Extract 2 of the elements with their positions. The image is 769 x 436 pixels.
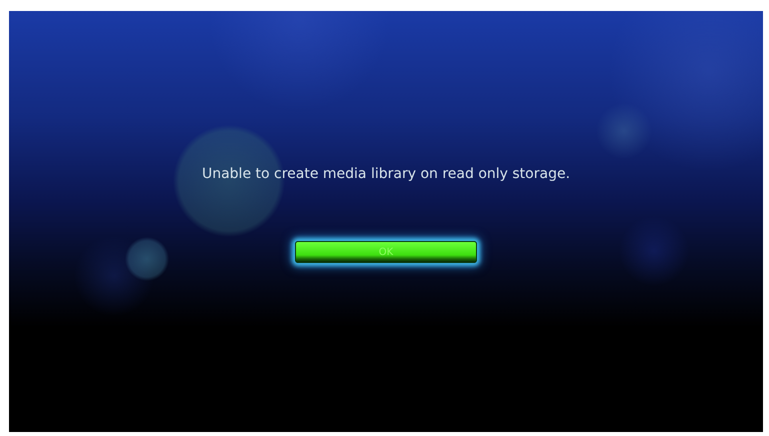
dialog-message: Unable to create media library on read only storage. — [200, 165, 572, 183]
ok-button[interactable]: OK — [295, 241, 477, 263]
